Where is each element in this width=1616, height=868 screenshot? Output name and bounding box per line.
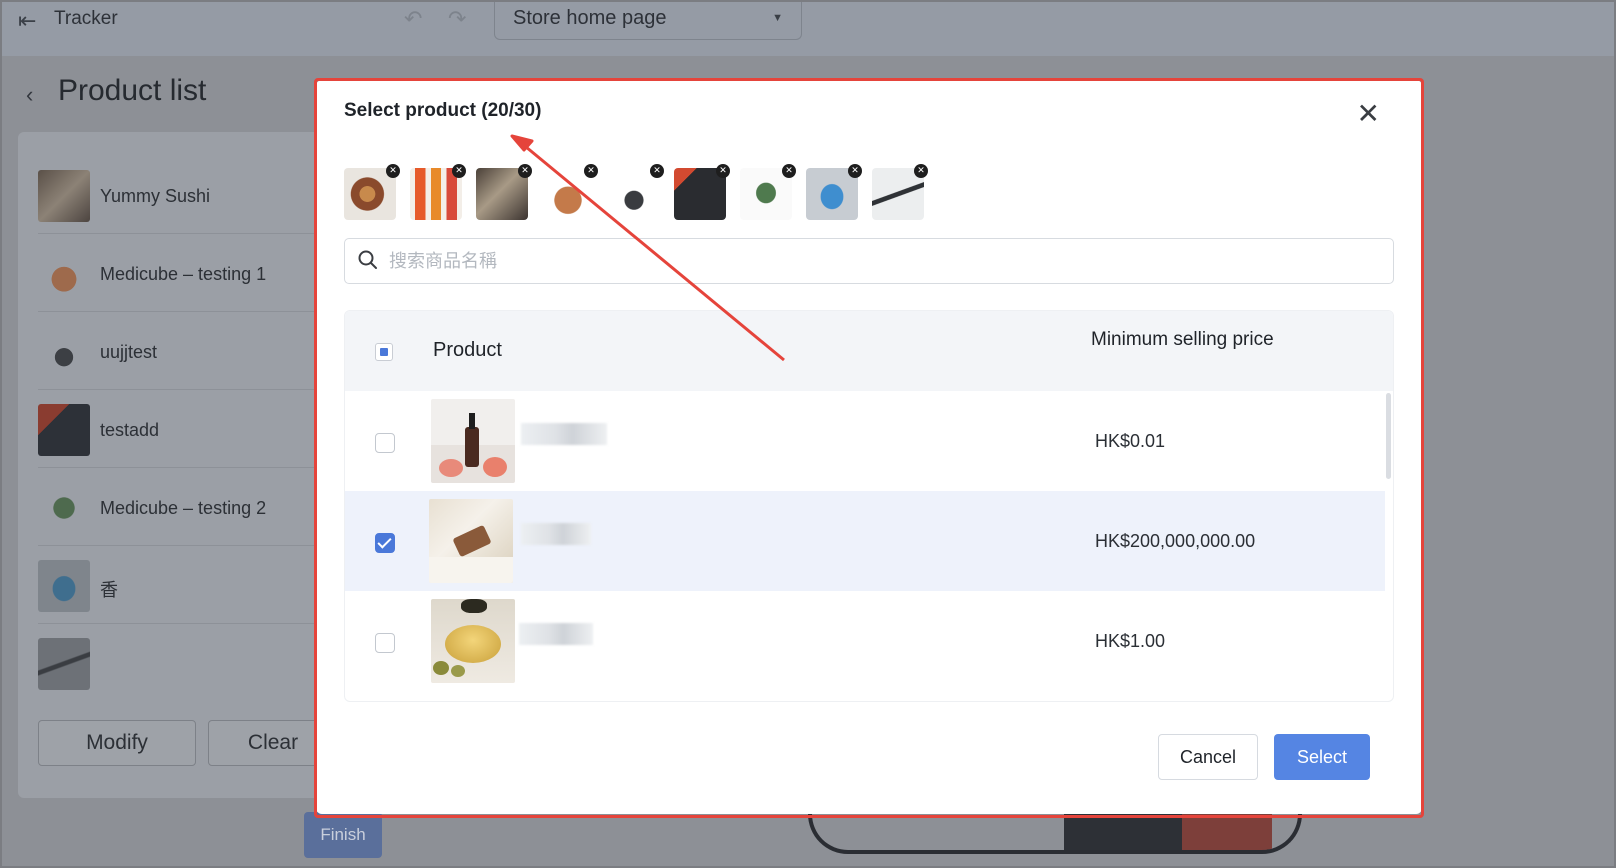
selected-chip-juice: ✕ [410, 164, 466, 220]
select-product-dialog: Select product (20/30) ✕ ✕ ✕ ✕ ✕ ✕ ✕ ✕ ✕… [316, 80, 1422, 814]
list-item[interactable]: 香 [38, 546, 338, 624]
pen-thumbnail [38, 638, 90, 690]
product-image-olive-oil [431, 599, 515, 683]
product-price: HK$1.00 [1095, 631, 1166, 651]
cancel-button[interactable]: Cancel [1158, 734, 1258, 780]
list-item-label: Medicube – testing 2 [100, 498, 267, 518]
remove-chip-icon[interactable]: ✕ [716, 164, 730, 178]
phone-thumbnail [38, 404, 90, 456]
list-item[interactable] [38, 624, 338, 702]
remove-chip-icon[interactable]: ✕ [848, 164, 862, 178]
undo-icon[interactable]: ↶ [404, 6, 422, 32]
page-select[interactable]: Store home page ▼ [494, 0, 802, 40]
bottle-thumbnail [38, 560, 90, 612]
page-select-value: Store home page [513, 7, 667, 29]
product-name-redacted [519, 623, 593, 645]
redo-icon[interactable]: ↷ [448, 6, 466, 32]
selected-chip-cactus: ✕ [740, 164, 796, 220]
select-all-checkbox[interactable] [375, 343, 393, 361]
list-item[interactable]: uujjtest [38, 312, 338, 390]
search-icon [358, 250, 377, 269]
app-title: Tracker [54, 8, 118, 29]
table-row[interactable]: HK$0.01 [345, 391, 1385, 493]
table-row[interactable]: HK$200,000,000.00 [345, 491, 1385, 593]
product-image-serum [431, 399, 515, 483]
select-button[interactable]: Select [1274, 734, 1370, 780]
product-table: Product Minimum selling price HK$0.01 HK… [344, 310, 1394, 702]
cactus-thumbnail [38, 482, 90, 534]
list-item-label: uujjtest [100, 342, 158, 362]
remove-chip-icon[interactable]: ✕ [782, 164, 796, 178]
page-title: Product list [58, 74, 207, 107]
list-item[interactable]: Yummy Sushi [38, 156, 338, 234]
exit-icon[interactable]: ⇤ [18, 8, 36, 34]
column-header-product: Product [433, 339, 502, 361]
list-item[interactable]: Medicube – testing 2 [38, 468, 338, 546]
list-item-label: testadd [100, 420, 160, 440]
remove-chip-icon[interactable]: ✕ [650, 164, 664, 178]
selected-chip-plant-pot: ✕ [542, 164, 598, 220]
back-chevron-icon[interactable]: ‹ [26, 82, 33, 108]
product-name-redacted [521, 423, 607, 445]
selected-chip-watch: ✕ [608, 164, 664, 220]
list-item-label: Medicube – testing 1 [100, 264, 267, 284]
selected-chip-sushi: ✕ [476, 164, 532, 220]
caret-down-icon: ▼ [772, 12, 783, 24]
list-item[interactable]: Medicube – testing 1 [38, 234, 338, 312]
product-name-redacted [521, 523, 591, 545]
close-icon[interactable]: ✕ [1357, 100, 1380, 128]
search-input[interactable] [389, 247, 1369, 275]
table-row[interactable]: HK$1.00 [345, 591, 1385, 693]
modify-button[interactable]: Modify [38, 720, 196, 766]
remove-chip-icon[interactable]: ✕ [452, 164, 466, 178]
remove-chip-icon[interactable]: ✕ [386, 164, 400, 178]
row-checkbox[interactable] [375, 433, 395, 453]
remove-chip-icon[interactable]: ✕ [518, 164, 532, 178]
dialog-title: Select product (20/30) [344, 100, 542, 121]
remove-chip-icon[interactable]: ✕ [914, 164, 928, 178]
selected-chip-pizza: ✕ [344, 164, 400, 220]
list-item-label: Yummy Sushi [100, 186, 211, 206]
table-header: Product Minimum selling price [345, 311, 1393, 391]
product-price: HK$200,000,000.00 [1095, 531, 1256, 551]
sushi-thumbnail [38, 170, 90, 222]
table-scrollbar[interactable] [1386, 393, 1391, 479]
plant-pot-thumbnail [38, 248, 90, 300]
search-field[interactable] [344, 238, 1394, 284]
selected-chip-pen: ✕ [872, 164, 928, 220]
watch-thumbnail [38, 326, 90, 378]
selected-chip-phone-case: ✕ [674, 164, 730, 220]
column-header-price: Minimum selling price [1091, 329, 1274, 350]
remove-chip-icon[interactable]: ✕ [584, 164, 598, 178]
list-item-label: 香 [100, 580, 118, 600]
finish-button[interactable]: Finish [304, 812, 382, 858]
row-checkbox[interactable] [375, 633, 395, 653]
row-checkbox[interactable] [375, 533, 395, 553]
product-image-soap [429, 499, 513, 583]
list-item[interactable]: testadd [38, 390, 338, 468]
product-price: HK$0.01 [1095, 431, 1166, 451]
top-bar: ⇤ Tracker ↶ ↷ Store home page ▼ [0, 0, 1616, 56]
selected-chip-bottle: ✕ [806, 164, 862, 220]
